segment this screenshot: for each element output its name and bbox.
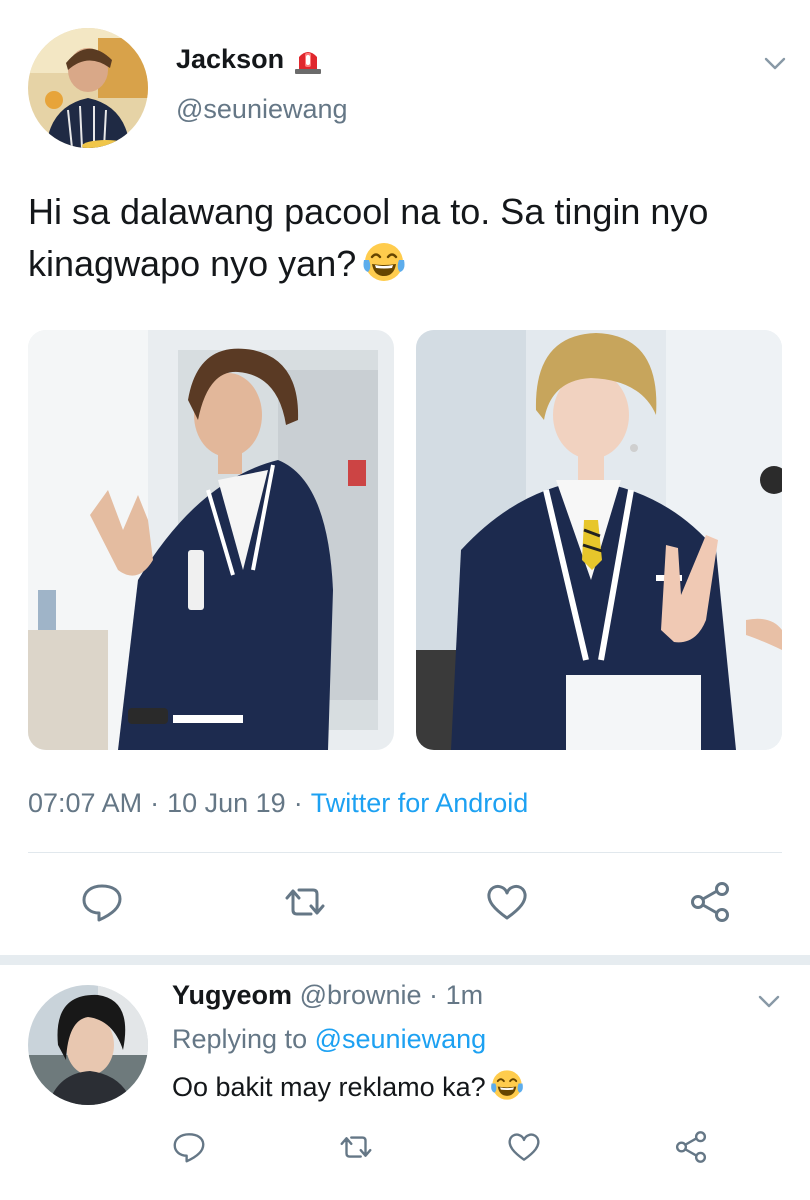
- meta-separator: ·: [150, 788, 160, 818]
- reply-header: Yugyeom @brownie · 1m: [172, 980, 483, 1011]
- face-with-tears-of-joy-emoji: [362, 240, 406, 284]
- meta-separator: ·: [429, 980, 439, 1010]
- replying-to-handle[interactable]: @seuniewang: [315, 1024, 487, 1054]
- reply-author-handle[interactable]: @brownie: [300, 980, 422, 1010]
- reply-body: Oo bakit may reklamo ka?: [172, 1072, 486, 1102]
- retweet-icon[interactable]: [281, 878, 329, 926]
- meta-separator: ·: [293, 788, 303, 818]
- author-handle[interactable]: @seuniewang: [176, 94, 348, 125]
- tweet-actions: [78, 878, 734, 926]
- reply-actions: [170, 1128, 710, 1166]
- divider: [28, 852, 782, 853]
- tweet-time: 07:07 AM: [28, 788, 143, 818]
- tweet-date: 10 Jun 19: [167, 788, 286, 818]
- reply-text: Oo bakit may reklamo ka?: [172, 1068, 524, 1103]
- tweet-metadata: 07:07 AM · 10 Jun 19 · Twitter for Andro…: [28, 788, 528, 819]
- author-avatar[interactable]: [28, 28, 148, 148]
- like-icon[interactable]: [483, 878, 531, 926]
- thread-separator: [0, 955, 810, 965]
- reply-icon[interactable]: [170, 1128, 208, 1166]
- share-icon[interactable]: [672, 1128, 710, 1166]
- like-icon[interactable]: [505, 1128, 543, 1166]
- tweet-photo-2[interactable]: [416, 330, 782, 750]
- replying-to: Replying to @seuniewang: [172, 1024, 486, 1055]
- chevron-down-icon[interactable]: [760, 48, 790, 78]
- author-name[interactable]: Jackson: [176, 44, 324, 75]
- face-with-tears-of-joy-emoji: [490, 1068, 524, 1102]
- reply-author-avatar[interactable]: [28, 985, 148, 1105]
- tweet-source-link[interactable]: Twitter for Android: [311, 788, 529, 819]
- share-icon[interactable]: [686, 878, 734, 926]
- reply-icon[interactable]: [78, 878, 126, 926]
- replying-to-label: Replying to: [172, 1024, 308, 1054]
- reply-age: 1m: [445, 980, 484, 1010]
- retweet-icon[interactable]: [337, 1128, 375, 1166]
- tweet-text: Hi sa dalawang pacool na to. Sa tingin n…: [28, 186, 788, 290]
- police-siren-emoji: [292, 45, 324, 75]
- tweet-photo-1[interactable]: [28, 330, 394, 750]
- reply-author-name[interactable]: Yugyeom: [172, 980, 292, 1010]
- main-tweet: Jackson @seuniewang Hi sa dalawang pacoo…: [0, 0, 810, 955]
- chevron-down-icon[interactable]: [754, 986, 784, 1016]
